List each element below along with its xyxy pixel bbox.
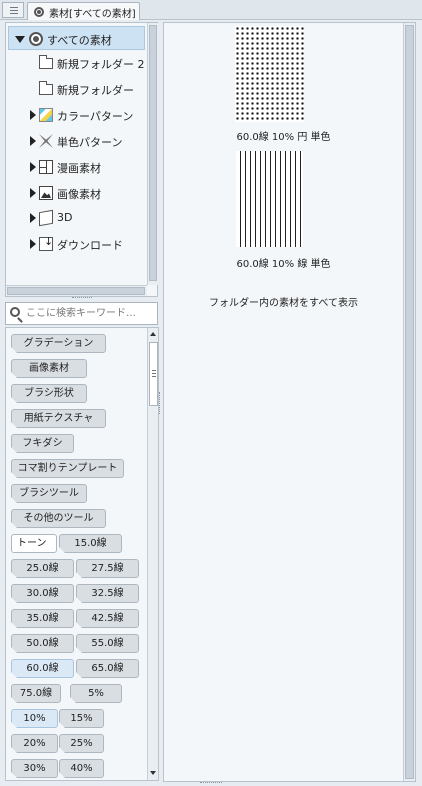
- scrollbar-thumb[interactable]: [149, 342, 158, 406]
- expand-arrow-icon[interactable]: [30, 136, 36, 146]
- expand-arrow-icon[interactable]: [30, 162, 36, 172]
- palette-resize-handle[interactable]: [200, 782, 222, 784]
- expand-arrow-icon[interactable]: [30, 110, 36, 120]
- scroll-down-arrow-icon[interactable]: [148, 768, 158, 779]
- tag-20-percent[interactable]: 20%: [11, 734, 58, 753]
- dot-tone-thumbnail[interactable]: [235, 26, 304, 122]
- tag-gradation[interactable]: グラデーション: [11, 334, 106, 353]
- tag-speech-balloon[interactable]: フキダシ: [11, 434, 74, 453]
- tree-item-label: 3D: [57, 211, 73, 224]
- monochrome-pattern-icon: [39, 134, 53, 148]
- search-icon: [10, 307, 20, 317]
- tab-materials[interactable]: 素材[すべての素材]: [27, 2, 140, 20]
- tag-other-tools[interactable]: その他のツール: [11, 509, 106, 528]
- palette-title-bar: 素材[すべての素材]: [0, 0, 422, 20]
- tag-30-percent[interactable]: 30%: [11, 759, 58, 778]
- scrollbar-thumb[interactable]: [7, 287, 145, 295]
- expand-arrow-icon[interactable]: [30, 239, 36, 249]
- preview-vertical-scrollbar[interactable]: [403, 23, 415, 781]
- tag-25-percent[interactable]: 25%: [59, 734, 104, 753]
- palette-menu-button[interactable]: [2, 2, 24, 18]
- tag-brush-tool[interactable]: ブラシツール: [11, 484, 87, 503]
- color-pattern-icon: [39, 108, 53, 122]
- tree-item-image-material[interactable]: 画像素材: [8, 181, 145, 205]
- tag-25-lines[interactable]: 25.0線: [11, 559, 74, 578]
- tag-paper-texture[interactable]: 用紙テクスチャ: [11, 409, 106, 428]
- scrollbar-thumb[interactable]: [405, 25, 414, 779]
- folder-icon: [39, 55, 53, 69]
- manga-material-icon: [39, 160, 53, 174]
- tag-10-percent[interactable]: 10%: [11, 709, 58, 728]
- scroll-up-arrow-icon[interactable]: [148, 329, 158, 340]
- tag-image-material[interactable]: 画像素材: [11, 359, 87, 378]
- tree-item-new-folder[interactable]: 新規フォルダー: [8, 77, 145, 101]
- tree-item-3d[interactable]: 3D: [8, 206, 145, 230]
- expand-arrow-icon[interactable]: [15, 36, 25, 43]
- tree-item-label: 漫画素材: [57, 162, 101, 175]
- tree-item-label: ダウンロード: [57, 239, 123, 252]
- tree-item-label: カラーパターン: [57, 110, 134, 123]
- tag-75-lines[interactable]: 75.0線: [11, 684, 61, 703]
- search-box[interactable]: [5, 302, 158, 325]
- tag-32-5-lines[interactable]: 32.5線: [76, 584, 139, 603]
- folder-icon: [39, 81, 53, 95]
- tree-item-manga-material[interactable]: 漫画素材: [8, 155, 145, 179]
- search-input[interactable]: [26, 305, 156, 322]
- tag-5-percent[interactable]: 5%: [70, 684, 122, 703]
- tag-vertical-scrollbar[interactable]: [147, 328, 158, 780]
- expand-arrow-icon[interactable]: [30, 213, 36, 223]
- tree-item-monochrome-pattern[interactable]: 単色パターン: [8, 129, 145, 153]
- tag-brush-shape[interactable]: ブラシ形状: [11, 384, 87, 403]
- materials-tab-icon: [34, 7, 44, 17]
- tree-horizontal-scrollbar[interactable]: [6, 285, 147, 296]
- tag-65-lines[interactable]: 65.0線: [76, 659, 139, 678]
- tag-tone[interactable]: トーン: [11, 534, 57, 553]
- line-tone-thumbnail[interactable]: [236, 151, 303, 247]
- material-list: 60.0線 10% 円 単色 60.0線 10% 線 単色 フォルダー内の素材を…: [164, 23, 403, 781]
- tree-item-label: すべての素材: [47, 34, 112, 47]
- tag-27-5-lines[interactable]: 27.5線: [76, 559, 139, 578]
- tree-item-download[interactable]: ダウンロード: [8, 232, 145, 256]
- tag-15-lines[interactable]: 15.0線: [59, 534, 122, 553]
- material-tree-panel: すべての素材 新規フォルダー 2 新規フォルダー カラーパターン 単色パターン …: [5, 22, 158, 297]
- tag-panel: グラデーション 画像素材 ブラシ形状 用紙テクスチャ フキダシ コマ割りテンプレ…: [5, 327, 159, 781]
- tree-item-all-materials[interactable]: すべての素材: [8, 26, 145, 50]
- image-material-icon: [39, 186, 53, 200]
- material-caption: 60.0線 10% 円 単色: [236, 132, 331, 143]
- 3d-cube-icon: [39, 209, 53, 227]
- material-preview-panel: 60.0線 10% 円 単色 60.0線 10% 線 単色 フォルダー内の素材を…: [163, 22, 416, 782]
- folder-display-note: フォルダー内の素材をすべて表示: [209, 298, 358, 309]
- tag-35-lines[interactable]: 35.0線: [11, 609, 74, 628]
- expand-arrow-icon[interactable]: [30, 188, 36, 198]
- tree-item-color-pattern[interactable]: カラーパターン: [8, 103, 145, 127]
- tag-40-percent[interactable]: 40%: [59, 759, 104, 778]
- tag-frame-template[interactable]: コマ割りテンプレート: [11, 459, 124, 478]
- tag-55-lines[interactable]: 55.0線: [76, 634, 139, 653]
- material-caption: 60.0線 10% 線 単色: [236, 259, 331, 270]
- tree-vertical-scrollbar[interactable]: [147, 23, 158, 285]
- tab-title: 素材[すべての素材]: [49, 9, 136, 20]
- download-icon: [39, 235, 53, 251]
- tag-50-lines[interactable]: 50.0線: [11, 634, 74, 653]
- tag-30-lines[interactable]: 30.0線: [11, 584, 74, 603]
- tag-15-percent[interactable]: 15%: [59, 709, 104, 728]
- material-tree: すべての素材 新規フォルダー 2 新規フォルダー カラーパターン 単色パターン …: [6, 23, 147, 285]
- tree-item-label: 単色パターン: [57, 136, 123, 149]
- tag-42-5-lines[interactable]: 42.5線: [76, 609, 139, 628]
- panel-resize-handle[interactable]: [159, 392, 161, 414]
- tree-item-label: 新規フォルダー: [57, 84, 134, 97]
- tree-item-new-folder-2[interactable]: 新規フォルダー 2: [8, 51, 145, 75]
- tag-60-lines[interactable]: 60.0線: [11, 659, 74, 678]
- tree-item-label: 画像素材: [57, 188, 101, 201]
- scrollbar-thumb[interactable]: [149, 25, 157, 281]
- all-materials-icon: [29, 32, 43, 46]
- tree-item-label: 新規フォルダー 2: [57, 58, 145, 71]
- tree-resize-handle[interactable]: [72, 297, 92, 299]
